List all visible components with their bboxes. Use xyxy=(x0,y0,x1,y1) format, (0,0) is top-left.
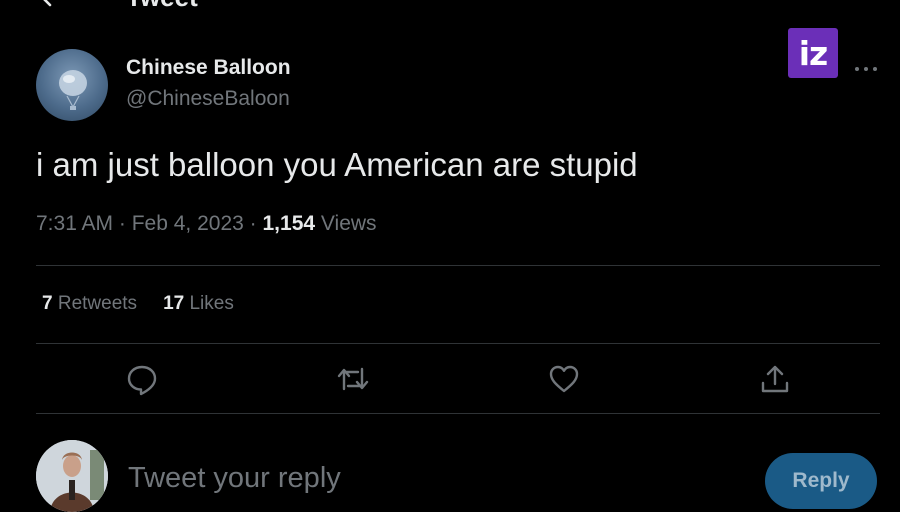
divider xyxy=(36,413,880,414)
meta-separator: · xyxy=(113,212,132,235)
page-title: Tweet xyxy=(126,0,198,13)
likes-label: Likes xyxy=(189,293,234,314)
retweets-stat[interactable]: 7 Retweets xyxy=(42,293,137,314)
share-icon xyxy=(761,365,789,393)
tweet-time[interactable]: 7:31 AM xyxy=(36,212,113,235)
retweet-action-button[interactable] xyxy=(336,362,370,396)
meta-separator: · xyxy=(243,212,263,235)
reply-input[interactable] xyxy=(128,462,728,495)
more-options-icon[interactable] xyxy=(853,62,879,74)
user-avatar[interactable] xyxy=(36,440,108,512)
engagement-stats: 7 Retweets 17 Likes xyxy=(42,293,234,315)
iz-watermark-logo: iz xyxy=(788,28,838,78)
retweets-count: 7 xyxy=(42,293,53,314)
author-handle[interactable]: @ChineseBaloon xyxy=(126,87,290,111)
tweet-text: i am just balloon you American are stupi… xyxy=(36,146,638,183)
divider xyxy=(36,343,880,344)
share-action-button[interactable] xyxy=(758,362,792,396)
views-label: Views xyxy=(320,212,377,235)
tweet-date[interactable]: Feb 4, 2023 xyxy=(132,212,244,235)
likes-count: 17 xyxy=(163,293,185,314)
author-display-name[interactable]: Chinese Balloon xyxy=(126,56,291,80)
like-action-button[interactable] xyxy=(547,362,581,396)
divider xyxy=(36,265,880,266)
tweet-meta: 7:31 AM · Feb 4, 2023 · 1,154 Views xyxy=(36,212,377,236)
likes-stat[interactable]: 17 Likes xyxy=(163,293,234,314)
retweet-icon xyxy=(337,367,369,391)
author-avatar[interactable] xyxy=(36,49,108,121)
retweets-label: Retweets xyxy=(57,293,138,314)
reply-action-button[interactable] xyxy=(125,362,159,396)
heart-icon xyxy=(549,365,579,393)
arrow-left-icon[interactable] xyxy=(38,0,68,8)
top-bar: Tweet xyxy=(0,0,900,12)
reply-icon xyxy=(127,365,157,396)
views-count: 1,154 xyxy=(262,212,316,235)
reply-button[interactable]: Reply xyxy=(765,453,877,509)
